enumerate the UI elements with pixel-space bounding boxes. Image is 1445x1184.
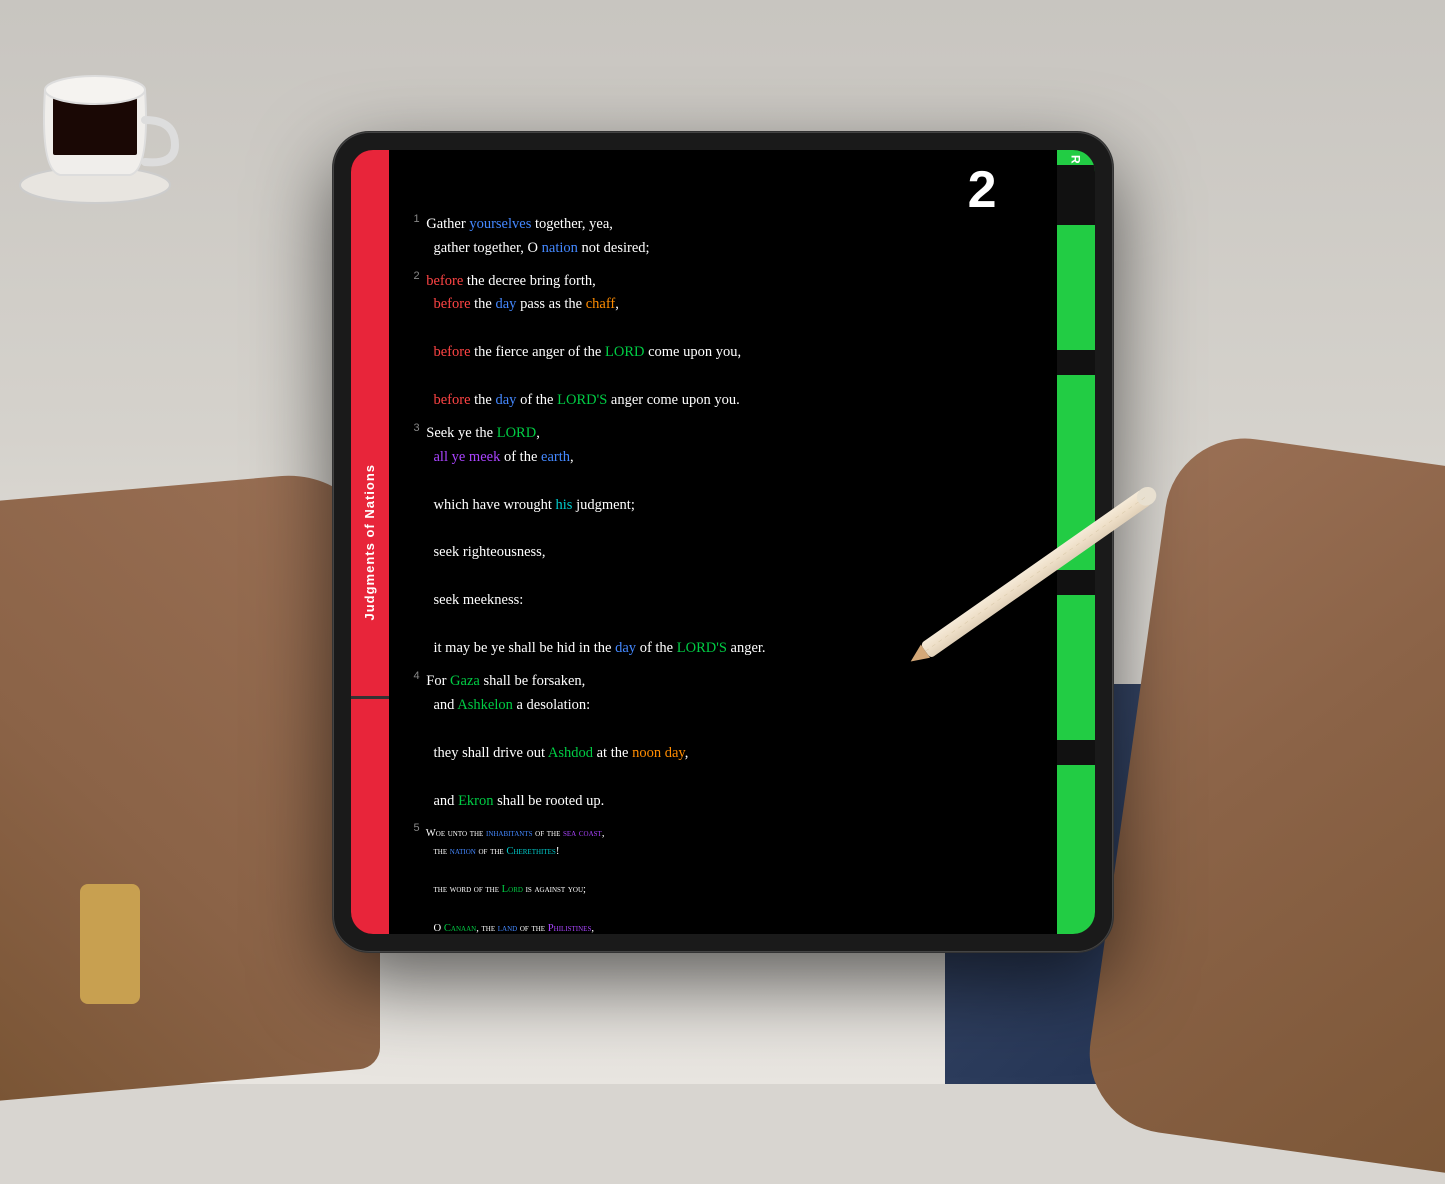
verse-num-3: 3 — [414, 422, 420, 434]
verse-5-line2: the nation of the Cherethites! — [414, 843, 1037, 861]
verse-5-line4: O Canaan, the land of the Philistines, — [414, 920, 1037, 934]
verse-2-line4: before the day of the LORD'S anger come … — [414, 389, 1037, 413]
verse-4-line2: and Ashkelon a desolation: — [414, 694, 1037, 718]
ipad-screen: Judgments of Nations 2 1 Gather yourselv… — [351, 150, 1095, 934]
main-content[interactable]: 2 1 Gather yourselves together, yea, gat… — [389, 150, 1057, 934]
verse-3-line2: all ye meek of the earth, — [414, 446, 1037, 470]
verse-num-2: 2 — [414, 270, 420, 282]
left-sidebar: Judgments of Nations — [351, 150, 389, 934]
verse-3-line5: seek meekness: — [414, 589, 1037, 613]
verse-4: 4 For Gaza shall be forsaken, and Ashkel… — [414, 667, 1037, 813]
verse-2-line2: before the day pass as the chaff, — [414, 293, 1037, 317]
watch-strap — [80, 884, 140, 1004]
verse-4-line3: they shall drive out Ashdod at the noon … — [414, 742, 1037, 766]
verse-5: 5 Woe unto the inhabitants of the sea co… — [414, 819, 1037, 934]
verse-5-line3: the word of the Lord is against you; — [414, 881, 1037, 899]
verse-1-text: Gather yourselves together, yea, — [426, 216, 613, 232]
verse-2: 2 before the decree bring forth, before … — [414, 267, 1037, 413]
verse-3-text1: Seek ye the LORD, — [426, 425, 540, 441]
verse-2-line3: before the fierce anger of the LORD come… — [414, 341, 1037, 365]
verse-num-4: 4 — [414, 670, 420, 682]
right-sidebar-marker-mid3 — [1057, 740, 1095, 765]
verse-num-5: 5 — [414, 822, 420, 834]
coffee-cup-svg — [0, 0, 200, 220]
verse-4-text1: For Gaza shall be forsaken, — [426, 673, 585, 689]
verse-4-line4: and Ekron shall be rooted up. — [414, 790, 1037, 814]
verse-2-text1: the decree bring forth, — [463, 273, 595, 289]
right-sidebar-marker-mid1 — [1057, 350, 1095, 375]
right-sidebar-marker-top — [1057, 165, 1095, 225]
coffee-cup-area — [0, 0, 250, 250]
verse-3-line4: seek righteousness, — [414, 541, 1037, 565]
verse-1-line2: gather together, O nation not desired; — [414, 237, 1037, 261]
ipad-container: Judgments of Nations 2 1 Gather yourselv… — [333, 132, 1113, 952]
verse-5-text1: Woe unto the inhabitants of the sea coas… — [426, 829, 605, 840]
verse-num-1: 1 — [414, 213, 420, 225]
left-sidebar-marker — [351, 696, 389, 699]
verse-3-line3: which have wrought his judgment; — [414, 494, 1037, 518]
left-hand — [0, 467, 380, 1100]
bible-text: 1 Gather yourselves together, yea, gathe… — [414, 210, 1037, 934]
verse-2-before1: before — [426, 273, 463, 289]
ipad-frame: Judgments of Nations 2 1 Gather yourselv… — [333, 132, 1113, 952]
left-sidebar-label: Judgments of Nations — [362, 464, 377, 621]
verse-1: 1 Gather yourselves together, yea, gathe… — [414, 210, 1037, 261]
